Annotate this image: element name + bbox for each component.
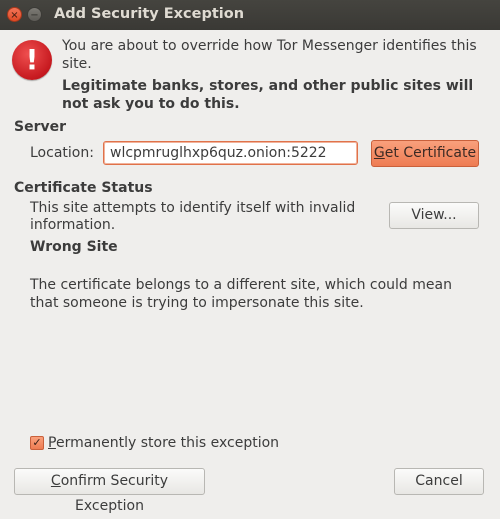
warning-bold-message: Legitimate banks, stores, and other publ… bbox=[62, 78, 474, 112]
permanently-store-mnemonic: P bbox=[48, 435, 56, 451]
permanently-store-checkbox[interactable]: ✓ bbox=[30, 436, 44, 450]
cancel-button[interactable]: Cancel bbox=[394, 468, 484, 495]
get-certificate-mnemonic: G bbox=[373, 145, 385, 161]
location-label: Location: bbox=[30, 145, 94, 161]
warning-message: You are about to override how Tor Messen… bbox=[62, 38, 477, 72]
confirm-security-exception-button[interactable]: Confirm Security Exception bbox=[14, 468, 205, 514]
permanently-store-label[interactable]: Permanently store this exception bbox=[48, 435, 279, 451]
get-certificate-button[interactable]: Get Certificate bbox=[371, 140, 479, 167]
problem-text: The certificate belongs to a different s… bbox=[30, 277, 452, 311]
certificate-status-description: This site attempts to identify itself wi… bbox=[30, 200, 356, 233]
minimize-icon[interactable]: − bbox=[27, 7, 42, 22]
problem-title: Wrong Site bbox=[30, 239, 118, 255]
view-button[interactable]: View... bbox=[389, 202, 479, 229]
location-input[interactable] bbox=[103, 141, 358, 165]
close-icon[interactable]: × bbox=[7, 7, 22, 22]
get-certificate-label: et Certificate bbox=[384, 145, 477, 161]
server-heading: Server bbox=[14, 119, 67, 135]
permanently-store-text: ermanently store this exception bbox=[55, 435, 280, 451]
confirm-mnemonic: C bbox=[50, 473, 61, 489]
title-bar: × − Add Security Exception bbox=[0, 0, 500, 30]
certificate-status-heading: Certificate Status bbox=[14, 180, 153, 196]
window-title: Add Security Exception bbox=[54, 6, 245, 22]
warning-icon: ! bbox=[12, 40, 52, 80]
